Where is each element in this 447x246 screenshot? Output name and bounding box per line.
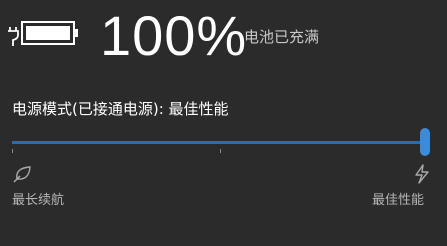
slider-rail[interactable] (12, 141, 420, 144)
slider-tick (12, 149, 13, 153)
battery-status-row: 100% 电池已充满 (0, 0, 447, 75)
power-mode-label: 电源模式(已接通电源): 最佳性能 (12, 100, 229, 118)
battery-percent: 100% (100, 4, 248, 67)
best-performance-label: 最佳性能 (372, 193, 425, 208)
battery-saver-label: 最长续航 (12, 193, 65, 208)
battery-charging-full-icon (8, 18, 80, 52)
slider-thumb[interactable] (420, 128, 430, 156)
lightning-icon (412, 164, 432, 188)
power-mode-slider[interactable] (12, 128, 437, 158)
leaf-icon (12, 164, 32, 188)
battery-status-text: 电池已充满 (244, 28, 320, 46)
slider-tick (220, 149, 221, 153)
